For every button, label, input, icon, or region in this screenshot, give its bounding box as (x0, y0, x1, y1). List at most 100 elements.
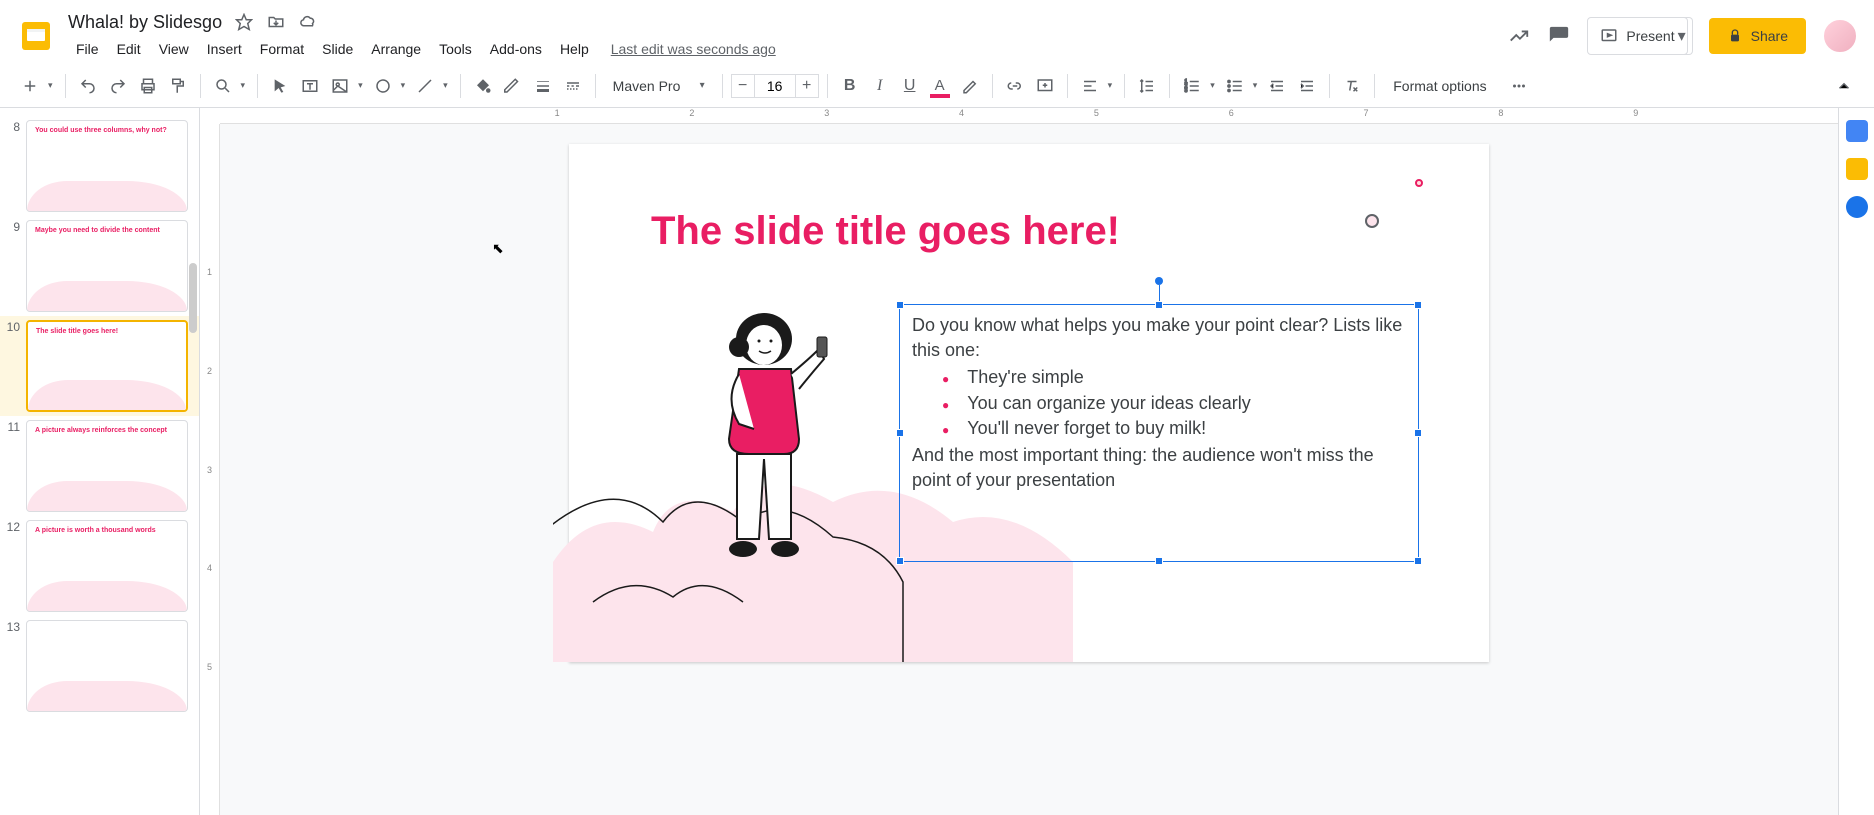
thumbnail-slide[interactable]: You could use three columns, why not? (26, 120, 188, 212)
last-edit-link[interactable]: Last edit was seconds ago (611, 41, 776, 57)
bulleted-list-dropdown[interactable]: ▾ (1249, 80, 1262, 91)
comments-icon[interactable] (1547, 24, 1571, 48)
print-button[interactable] (134, 72, 162, 100)
collapse-toolbar-button[interactable] (1830, 72, 1858, 100)
insert-link-button[interactable] (1001, 72, 1029, 100)
tasks-addon-icon[interactable] (1846, 196, 1868, 218)
shape-dropdown[interactable]: ▾ (397, 80, 410, 91)
fill-color-button[interactable] (469, 72, 497, 100)
menu-addons[interactable]: Add-ons (482, 37, 550, 61)
thumbnail-number: 11 (4, 420, 20, 434)
document-title[interactable]: Whala! by Slidesgo (68, 12, 222, 33)
redo-button[interactable] (104, 72, 132, 100)
shape-tool[interactable] (369, 72, 397, 100)
activity-icon[interactable] (1507, 24, 1531, 48)
thumbnail-slide[interactable]: A picture is worth a thousand words (26, 520, 188, 612)
rotate-handle[interactable] (1155, 277, 1163, 285)
slide-canvas[interactable]: The slide title goes here! (569, 144, 1489, 662)
increase-indent-button[interactable] (1293, 72, 1321, 100)
new-slide-button[interactable] (16, 72, 44, 100)
thumbnail-slide[interactable]: A picture always reinforces the concept (26, 420, 188, 512)
share-button[interactable]: Share (1709, 18, 1806, 54)
clear-formatting-button[interactable] (1338, 72, 1366, 100)
thumbnail-row[interactable]: 12 A picture is worth a thousand words (0, 516, 199, 616)
account-avatar[interactable] (1822, 18, 1858, 54)
calendar-addon-icon[interactable] (1846, 120, 1868, 142)
zoom-button[interactable] (209, 72, 237, 100)
underline-button[interactable]: U (896, 72, 924, 100)
thumbnail-slide[interactable] (26, 620, 188, 712)
line-spacing-button[interactable] (1133, 72, 1161, 100)
font-family-select[interactable]: Maven Pro ▾ (604, 73, 714, 99)
numbered-list-dropdown[interactable]: ▾ (1206, 80, 1219, 91)
thumbnail-slide[interactable]: The slide title goes here! (26, 320, 188, 412)
insert-comment-button[interactable] (1031, 72, 1059, 100)
resize-handle-br[interactable] (1414, 557, 1422, 565)
resize-handle-bl[interactable] (896, 557, 904, 565)
numbered-list-button[interactable]: 123 (1178, 72, 1206, 100)
menu-format[interactable]: Format (252, 37, 312, 61)
align-dropdown[interactable]: ▾ (1104, 80, 1117, 91)
thumbnail-row[interactable]: 8 You could use three columns, why not? (0, 116, 199, 216)
filmstrip-scrollbar[interactable] (189, 263, 197, 333)
font-size-input[interactable] (755, 74, 795, 98)
menu-help[interactable]: Help (552, 37, 597, 61)
menu-slide[interactable]: Slide (314, 37, 361, 61)
menu-arrange[interactable]: Arrange (363, 37, 429, 61)
slide-filmstrip[interactable]: 8 You could use three columns, why not? … (0, 108, 200, 815)
image-dropdown[interactable]: ▾ (354, 80, 367, 91)
undo-button[interactable] (74, 72, 102, 100)
thumbnail-row[interactable]: 13 (0, 616, 199, 716)
border-weight-button[interactable] (529, 72, 557, 100)
bulleted-list-button[interactable] (1221, 72, 1249, 100)
border-color-button[interactable] (499, 72, 527, 100)
resize-handle-ml[interactable] (896, 429, 904, 437)
move-folder-icon[interactable] (266, 12, 286, 32)
thumbnail-row[interactable]: 11 A picture always reinforces the conce… (0, 416, 199, 516)
thumbnail-row[interactable]: 10 The slide title goes here! (0, 316, 199, 416)
line-dropdown[interactable]: ▾ (439, 80, 452, 91)
cloud-status-icon[interactable] (298, 12, 318, 32)
paint-format-button[interactable] (164, 72, 192, 100)
slide-stage[interactable]: The slide title goes here! (220, 124, 1838, 815)
selected-textbox[interactable]: Do you know what helps you make your poi… (899, 304, 1419, 562)
zoom-dropdown[interactable]: ▾ (237, 80, 250, 91)
resize-handle-mr[interactable] (1414, 429, 1422, 437)
new-slide-dropdown[interactable]: ▾ (44, 80, 57, 91)
highlight-color-button[interactable] (956, 72, 984, 100)
vertical-ruler[interactable]: 12345 (200, 124, 220, 815)
line-tool[interactable] (411, 72, 439, 100)
image-tool[interactable] (326, 72, 354, 100)
more-toolbar-button[interactable] (1505, 72, 1533, 100)
horizontal-ruler[interactable]: 123456789 (220, 108, 1838, 124)
select-tool[interactable] (266, 72, 294, 100)
app-logo[interactable] (16, 16, 56, 56)
resize-handle-bm[interactable] (1155, 557, 1163, 565)
resize-handle-tl[interactable] (896, 301, 904, 309)
font-size-increase[interactable]: + (795, 74, 819, 98)
keep-addon-icon[interactable] (1846, 158, 1868, 180)
menu-file[interactable]: File (68, 37, 107, 61)
resize-handle-tr[interactable] (1414, 301, 1422, 309)
thumbnail-slide[interactable]: Maybe you need to divide the content (26, 220, 188, 312)
text-color-button[interactable]: A (926, 72, 954, 100)
star-icon[interactable] (234, 12, 254, 32)
slide-title-text[interactable]: The slide title goes here! (651, 209, 1120, 254)
italic-button[interactable]: I (866, 72, 894, 100)
resize-handle-tm[interactable] (1155, 301, 1163, 309)
menu-edit[interactable]: Edit (109, 37, 149, 61)
textbox-tool[interactable] (296, 72, 324, 100)
font-size-decrease[interactable]: − (731, 74, 755, 98)
thumbnail-cloud-deco (28, 380, 186, 410)
border-dash-button[interactable] (559, 72, 587, 100)
menu-view[interactable]: View (151, 37, 197, 61)
bold-button[interactable]: B (836, 72, 864, 100)
menu-insert[interactable]: Insert (199, 37, 250, 61)
present-dropdown[interactable]: ▾ (1672, 17, 1693, 55)
align-button[interactable] (1076, 72, 1104, 100)
textbox-content[interactable]: Do you know what helps you make your poi… (900, 305, 1418, 501)
menu-tools[interactable]: Tools (431, 37, 480, 61)
decrease-indent-button[interactable] (1263, 72, 1291, 100)
format-options-button[interactable]: Format options (1383, 74, 1496, 98)
thumbnail-row[interactable]: 9 Maybe you need to divide the content (0, 216, 199, 316)
